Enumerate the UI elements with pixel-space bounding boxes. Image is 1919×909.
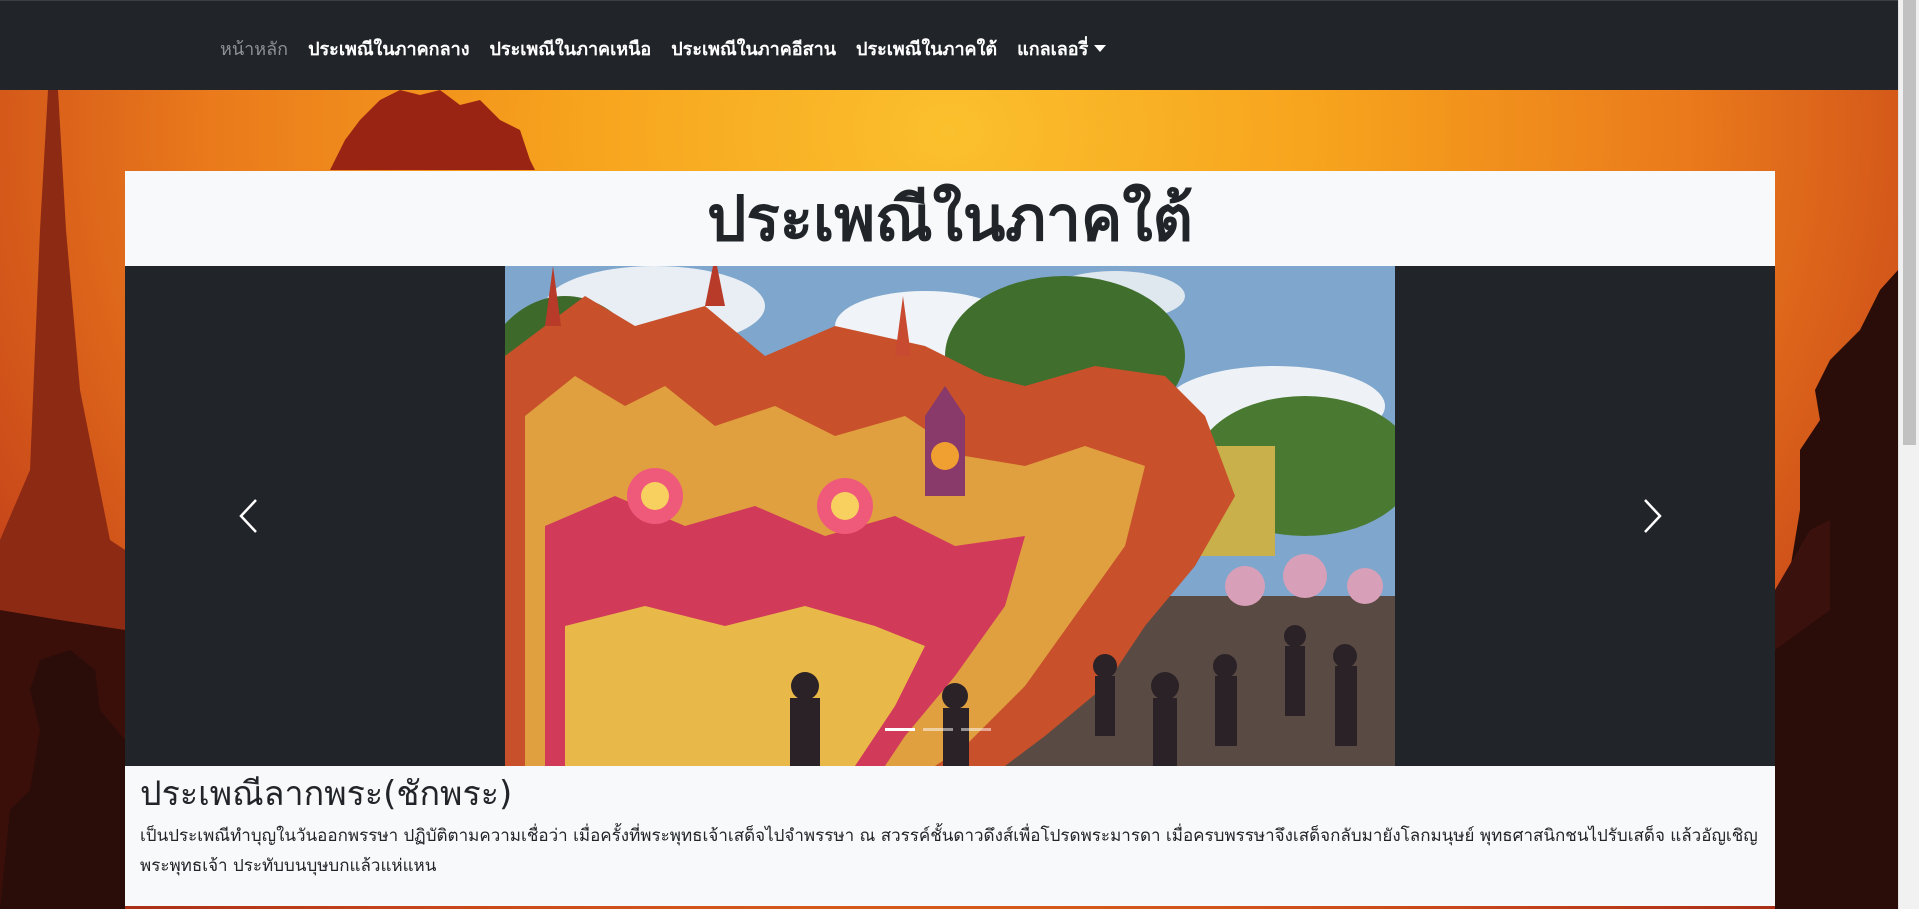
nav-item-home[interactable]: หน้าหลัก bbox=[210, 34, 298, 63]
nav-item-northeast[interactable]: ประเพณีในภาคอีสาน bbox=[661, 34, 846, 63]
nav-item-label: ประเพณีในภาคใต้ bbox=[856, 39, 998, 60]
nav-item-label: หน้าหลัก bbox=[220, 39, 289, 60]
nav-item-label: ประเพณีในภาคอีสาน bbox=[671, 39, 837, 60]
article-body: เป็นประเพณีทำบุญในวันออกพรรษา ปฏิบัติตาม… bbox=[140, 826, 1758, 876]
scrollbar-thumb[interactable] bbox=[1903, 0, 1916, 445]
caret-down-icon bbox=[1094, 45, 1107, 52]
nav-item-label: แกลเลอรี่ bbox=[1017, 39, 1089, 60]
article-heading: ประเพณีลากพระ(ชักพระ) bbox=[140, 774, 513, 814]
nav-item-south[interactable]: ประเพณีในภาคใต้ bbox=[846, 34, 1007, 63]
carousel-indicators bbox=[885, 728, 991, 731]
chevron-right-icon bbox=[1644, 499, 1662, 533]
carousel-indicator-2[interactable] bbox=[923, 728, 953, 731]
nav-item-gallery-dropdown[interactable]: แกลเลอรี่ bbox=[1007, 34, 1116, 63]
carousel-next-button[interactable] bbox=[1633, 486, 1673, 546]
top-navbar: หน้าหลัก ประเพณีในภาคกลาง ประเพณีในภาคเห… bbox=[0, 0, 1898, 90]
main-content: ประเพณีในภาคใต้ ประเพณีลากพระ(ชักพระ) เป… bbox=[125, 171, 1775, 906]
carousel-indicator-3[interactable] bbox=[961, 728, 991, 731]
page-scrollbar[interactable] bbox=[1898, 0, 1919, 909]
nav-item-north[interactable]: ประเพณีในภาคเหนือ bbox=[480, 34, 662, 63]
nav-list: หน้าหลัก ประเพณีในภาคกลาง ประเพณีในภาคเห… bbox=[210, 34, 1116, 63]
carousel-prev-button[interactable] bbox=[228, 486, 268, 546]
article-section: ประเพณีลากพระ(ชักพระ) เป็นประเพณีทำบุญใน… bbox=[125, 772, 1775, 881]
nav-item-label: ประเพณีในภาคเหนือ bbox=[489, 39, 652, 60]
chevron-left-icon bbox=[239, 499, 257, 533]
image-carousel bbox=[125, 266, 1775, 766]
carousel-slide-image bbox=[505, 266, 1395, 766]
nav-item-label: ประเพณีในภาคกลาง bbox=[308, 39, 470, 60]
page-title: ประเพณีในภาคใต้ bbox=[707, 182, 1193, 255]
nav-item-central[interactable]: ประเพณีในภาคกลาง bbox=[298, 34, 479, 63]
carousel-indicator-1[interactable] bbox=[885, 728, 915, 731]
